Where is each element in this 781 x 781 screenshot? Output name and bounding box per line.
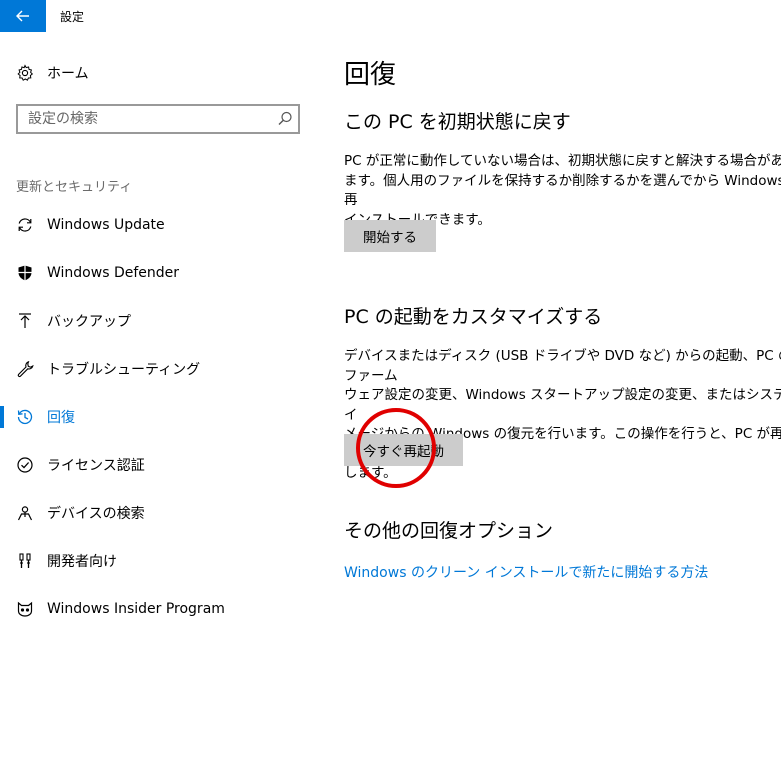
- sidebar-item-home[interactable]: ホーム: [0, 53, 320, 93]
- text-line: デバイスまたはディスク (USB ドライブや DVD など) からの起動、PC …: [344, 348, 781, 384]
- clean-install-link[interactable]: Windows のクリーン インストールで新たに開始する方法: [344, 562, 708, 582]
- sidebar-item-activation[interactable]: ライセンス認証: [0, 445, 320, 485]
- sidebar: ホーム 更新とセキュリティ Windows Update Wi: [0, 32, 320, 781]
- wrench-icon: [14, 358, 36, 380]
- get-started-button[interactable]: 開始する: [344, 220, 436, 252]
- sidebar-item-insider-program[interactable]: Windows Insider Program: [0, 589, 320, 629]
- sidebar-item-label: デバイスの検索: [47, 506, 145, 522]
- sidebar-item-backup[interactable]: バックアップ: [0, 301, 320, 341]
- main-content: 回復 この PC を初期状態に戻す PC が正常に動作していない場合は、初期状態…: [344, 32, 781, 781]
- more-recovery-options-heading: その他の回復オプション: [344, 520, 554, 542]
- reset-pc-description: PC が正常に動作していない場合は、初期状態に戻すと解決する場合があ ます。個人…: [344, 152, 781, 230]
- refresh-icon: [14, 214, 36, 236]
- advanced-startup-heading: PC の起動をカスタマイズする: [344, 306, 603, 328]
- sidebar-item-label: Windows Update: [47, 217, 165, 233]
- search-input[interactable]: [18, 106, 278, 132]
- sidebar-item-label: 回復: [47, 410, 75, 426]
- section-heading: 更新とセキュリティ: [16, 180, 133, 195]
- sidebar-item-developers[interactable]: 開発者向け: [0, 541, 320, 581]
- window-title: 設定: [60, 10, 85, 24]
- sidebar-item-label: トラブルシューティング: [47, 362, 201, 378]
- insider-cat-icon: [14, 598, 36, 620]
- back-arrow-icon: [16, 10, 29, 22]
- sidebar-item-windows-defender[interactable]: Windows Defender: [0, 253, 320, 293]
- person-pin-icon: [14, 502, 36, 524]
- page-title: 回復: [344, 60, 397, 90]
- sidebar-item-label: 開発者向け: [47, 554, 117, 570]
- history-icon: [14, 406, 36, 428]
- text-line: PC が正常に動作していない場合は、初期状態に戻すと解決する場合があ: [344, 153, 781, 169]
- upload-arrow-icon: [14, 310, 36, 332]
- back-button[interactable]: [0, 0, 46, 32]
- text-line: します。: [344, 465, 397, 481]
- sidebar-item-label: Windows Defender: [47, 265, 180, 281]
- shield-icon: [14, 262, 36, 284]
- sidebar-item-label: ホーム: [47, 66, 89, 82]
- check-circle-icon: [14, 454, 36, 476]
- gear-icon: [14, 62, 36, 84]
- search-icon[interactable]: [276, 110, 294, 128]
- search-box[interactable]: [16, 104, 300, 134]
- sidebar-item-find-device[interactable]: デバイスの検索: [0, 493, 320, 533]
- sidebar-item-label: バックアップ: [47, 314, 131, 330]
- sidebar-item-windows-update[interactable]: Windows Update: [0, 205, 320, 245]
- text-line: ウェア設定の変更、Windows スタートアップ設定の変更、またはシステム イ: [344, 387, 781, 423]
- restart-now-button[interactable]: 今すぐ再起動: [344, 434, 463, 466]
- sidebar-item-recovery[interactable]: 回復: [0, 397, 320, 437]
- sidebar-item-label: ライセンス認証: [47, 458, 145, 474]
- sidebar-item-label: Windows Insider Program: [47, 601, 225, 617]
- sidebar-item-troubleshoot[interactable]: トラブルシューティング: [0, 349, 320, 389]
- title-bar: 設定: [0, 0, 781, 32]
- text-line: ます。個人用のファイルを保持するか削除するかを選んでから Windows を再: [344, 172, 781, 209]
- reset-pc-heading: この PC を初期状態に戻す: [344, 111, 571, 133]
- developer-tools-icon: [14, 550, 36, 572]
